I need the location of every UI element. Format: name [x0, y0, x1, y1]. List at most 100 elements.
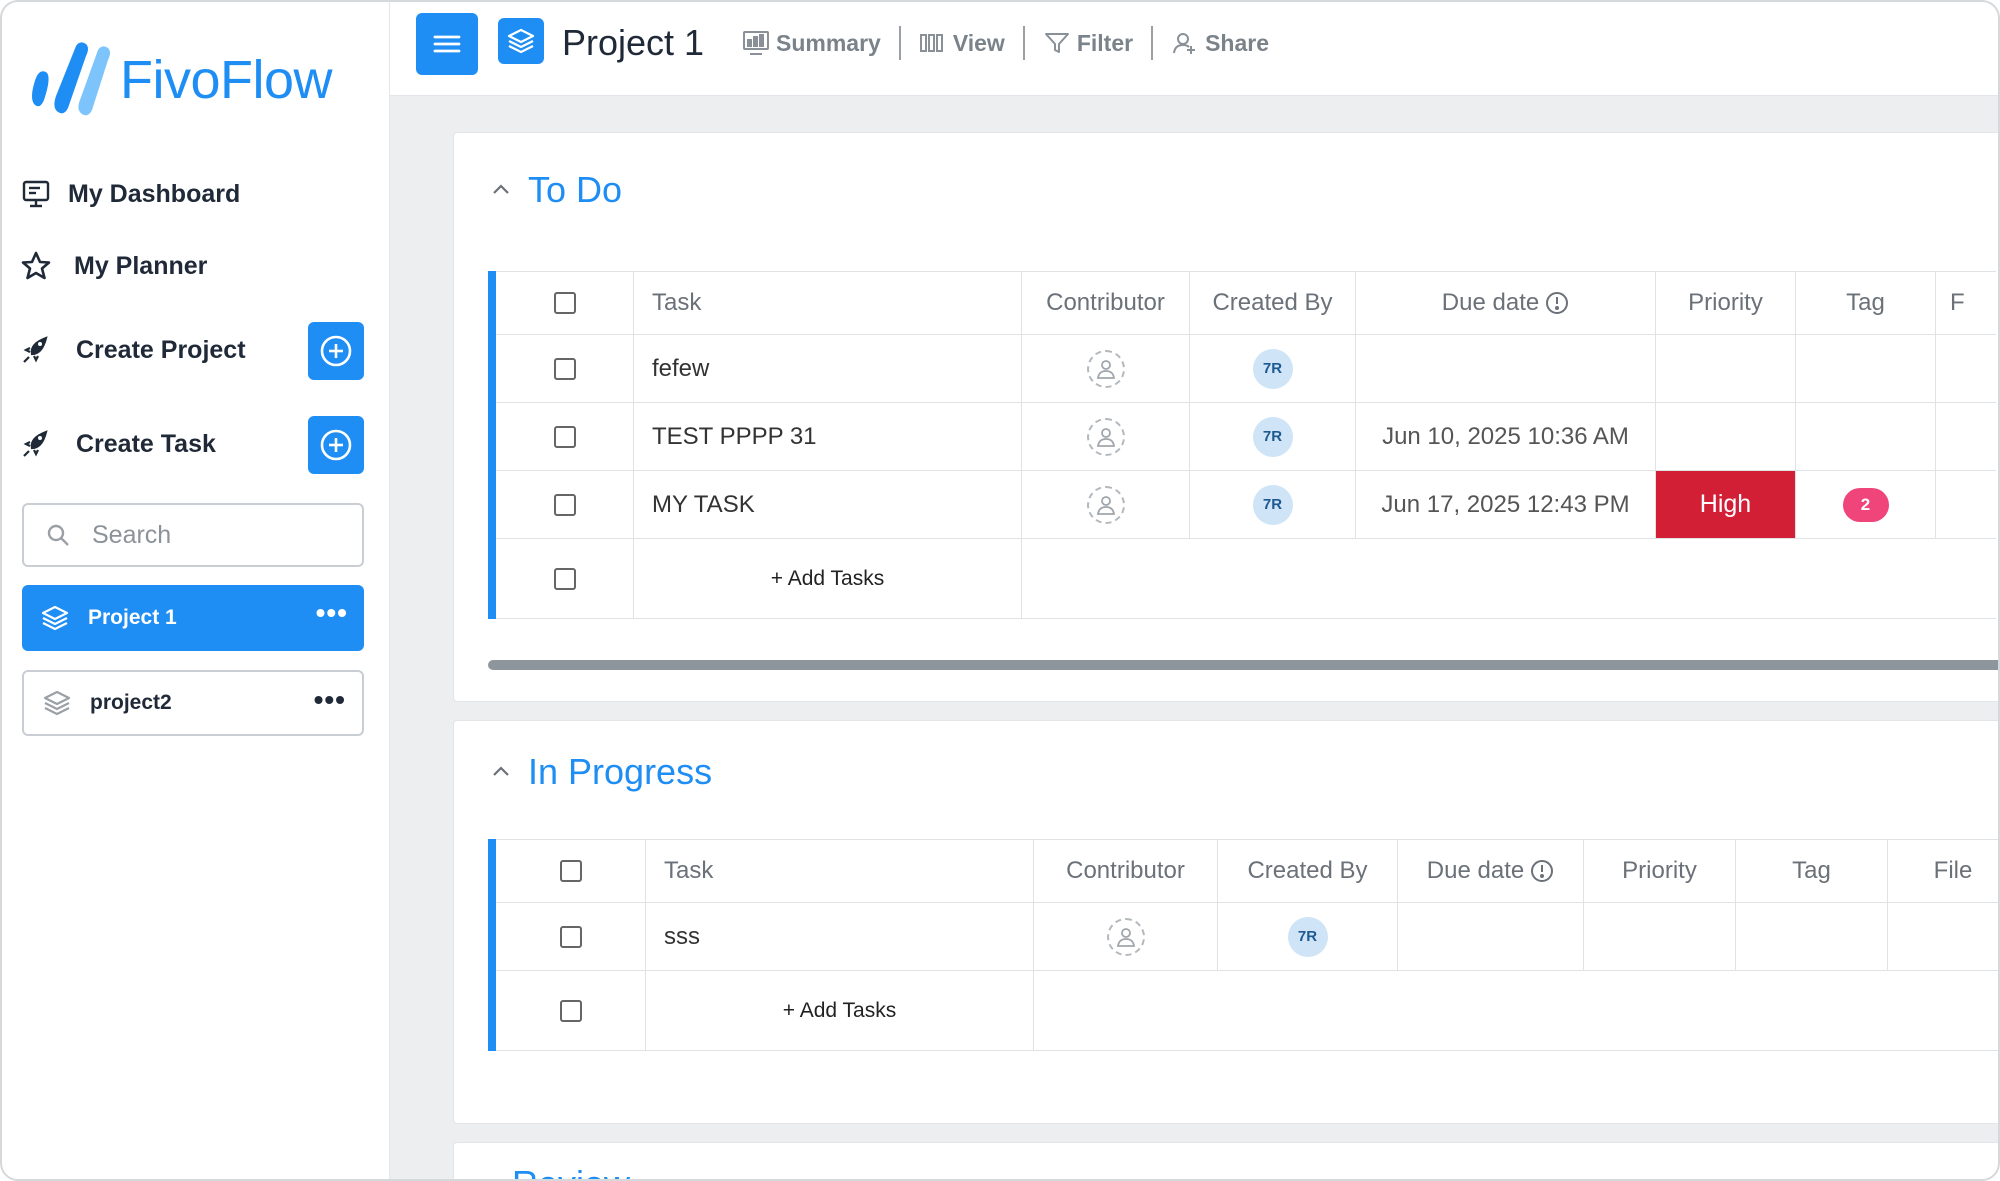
nav-create-project[interactable]: Create Project — [20, 334, 246, 366]
row-checkbox[interactable] — [553, 493, 576, 516]
contributor-cell[interactable] — [1022, 403, 1190, 470]
create-task-button[interactable] — [308, 416, 364, 474]
file-cell[interactable] — [1936, 471, 1996, 538]
tag-cell[interactable] — [1736, 903, 1888, 970]
col-due-date[interactable]: Due date — [1356, 272, 1656, 334]
contributor-cell[interactable] — [1022, 471, 1190, 538]
file-cell[interactable] — [1888, 903, 2000, 970]
search-input[interactable] — [92, 520, 342, 550]
due-date-cell[interactable]: Jun 10, 2025 10:36 AM — [1356, 403, 1656, 470]
col-priority[interactable]: Priority — [1584, 840, 1736, 902]
chevron-up-icon — [493, 184, 509, 194]
row-select-cell — [496, 403, 634, 470]
group-header[interactable]: To Do — [488, 169, 622, 211]
tag-cell[interactable] — [1796, 403, 1936, 470]
col-tag[interactable]: Tag — [1796, 272, 1936, 334]
fivoflow-logo-icon — [32, 42, 110, 116]
filter-button[interactable]: Filter — [1025, 26, 1154, 60]
due-date-cell[interactable] — [1356, 335, 1656, 402]
table-header-row: Task Contributor Created By Due date Pri… — [496, 839, 2000, 903]
group-todo: To Do Task Contributor Created By Due da… — [453, 132, 2000, 702]
info-icon — [1546, 292, 1569, 314]
more-options-icon[interactable]: ••• — [316, 599, 348, 627]
hamburger-icon — [433, 35, 461, 53]
app-window: FivoFlow My Dashboard My Planner Create … — [0, 0, 2000, 1181]
tool-label: Filter — [1076, 29, 1134, 56]
priority-cell[interactable] — [1656, 403, 1796, 470]
view-button[interactable]: View — [901, 26, 1025, 60]
priority-cell[interactable] — [1584, 903, 1736, 970]
due-date-cell[interactable] — [1398, 903, 1584, 970]
tool-label: Summary — [776, 29, 881, 56]
nav-my-planner[interactable]: My Planner — [20, 250, 207, 282]
col-created-by[interactable]: Created By — [1218, 840, 1398, 902]
sidebar-project-2[interactable]: project2 ••• — [22, 670, 364, 736]
created-by-cell: 7R — [1190, 335, 1356, 402]
row-checkbox[interactable] — [559, 999, 582, 1022]
group-title: To Do — [528, 169, 623, 210]
create-project-button[interactable] — [308, 322, 364, 380]
group-header[interactable]: In Progress — [488, 751, 712, 793]
col-created-by[interactable]: Created By — [1190, 272, 1356, 334]
contributor-cell[interactable] — [1034, 903, 1218, 970]
col-label: Due date — [1441, 289, 1540, 316]
add-tasks-button[interactable]: + Add Tasks — [646, 971, 1034, 1050]
contributor-cell[interactable] — [1022, 335, 1190, 402]
share-button[interactable]: Share — [1153, 26, 1287, 60]
row-checkbox[interactable] — [553, 425, 576, 448]
main-content: To Do Task Contributor Created By Due da… — [390, 96, 2000, 1181]
table-row[interactable]: fefew 7R — [496, 335, 1996, 403]
table-row[interactable]: sss 7R — [496, 903, 2000, 971]
table-row[interactable]: MY TASK 7R Jun 17, 2025 12:43 PM High 2 — [496, 471, 1996, 539]
avatar: 7R — [1252, 416, 1293, 457]
table-row[interactable]: TEST PPPP 31 7R Jun 10, 2025 10:36 AM — [496, 403, 1996, 471]
more-options-icon[interactable]: ••• — [314, 686, 346, 714]
priority-badge[interactable]: High — [1656, 471, 1796, 538]
row-select-cell — [496, 971, 646, 1050]
empty-avatar-icon — [1086, 485, 1125, 524]
file-cell[interactable] — [1936, 403, 1996, 470]
nav-create-task[interactable]: Create Task — [20, 428, 216, 460]
select-all-checkbox[interactable] — [553, 292, 576, 314]
task-name[interactable]: MY TASK — [634, 471, 1022, 538]
col-file[interactable]: F — [1936, 272, 1996, 334]
layers-icon — [43, 690, 71, 716]
sidebar-search[interactable] — [22, 503, 364, 567]
add-tasks-button[interactable]: + Add Tasks — [634, 539, 1022, 618]
col-task[interactable]: Task — [634, 272, 1022, 334]
task-name[interactable]: sss — [646, 903, 1034, 970]
col-due-date[interactable]: Due date — [1398, 840, 1584, 902]
add-task-row: + Add Tasks — [496, 539, 1996, 619]
col-priority[interactable]: Priority — [1656, 272, 1796, 334]
task-name[interactable]: fefew — [634, 335, 1022, 402]
horizontal-scrollbar[interactable] — [488, 660, 2000, 670]
project-label: project2 — [90, 691, 172, 714]
tag-cell[interactable]: 2 — [1796, 471, 1936, 538]
col-file[interactable]: File — [1888, 840, 2000, 902]
group-in-progress: In Progress Task Contributor Created By … — [453, 720, 2000, 1124]
col-task[interactable]: Task — [646, 840, 1034, 902]
summary-button[interactable]: Summary — [742, 26, 901, 60]
empty-avatar-icon — [1086, 417, 1125, 456]
add-row-spacer — [1034, 971, 2000, 1050]
task-name[interactable]: TEST PPPP 31 — [634, 403, 1022, 470]
col-contributor[interactable]: Contributor — [1022, 272, 1190, 334]
menu-toggle-button[interactable] — [416, 13, 478, 75]
task-table: Task Contributor Created By Due date Pri… — [488, 839, 2000, 1051]
due-date-cell[interactable]: Jun 17, 2025 12:43 PM — [1356, 471, 1656, 538]
file-cell[interactable] — [1936, 335, 1996, 402]
brand-logo[interactable]: FivoFlow — [24, 38, 333, 122]
priority-cell[interactable] — [1656, 335, 1796, 402]
row-checkbox[interactable] — [553, 567, 576, 590]
sidebar-project-1[interactable]: Project 1 ••• — [22, 585, 364, 651]
col-label: Due date — [1426, 857, 1525, 884]
select-all-checkbox[interactable] — [559, 860, 582, 882]
col-tag[interactable]: Tag — [1736, 840, 1888, 902]
nav-my-dashboard[interactable]: My Dashboard — [20, 178, 240, 210]
rocket-icon — [23, 430, 48, 457]
tag-count-badge[interactable]: 2 — [1842, 487, 1889, 522]
row-checkbox[interactable] — [553, 357, 576, 380]
row-checkbox[interactable] — [559, 925, 582, 948]
col-contributor[interactable]: Contributor — [1034, 840, 1218, 902]
tag-cell[interactable] — [1796, 335, 1936, 402]
